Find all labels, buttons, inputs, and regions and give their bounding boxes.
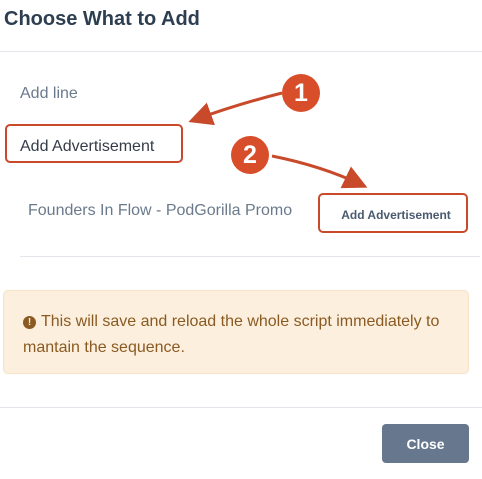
arrow-1 <box>188 91 283 126</box>
step-2-badge: 2 <box>231 136 269 174</box>
annotation-arrows <box>188 91 368 189</box>
arrow-2 <box>271 154 368 189</box>
step-1-badge: 1 <box>282 74 320 112</box>
